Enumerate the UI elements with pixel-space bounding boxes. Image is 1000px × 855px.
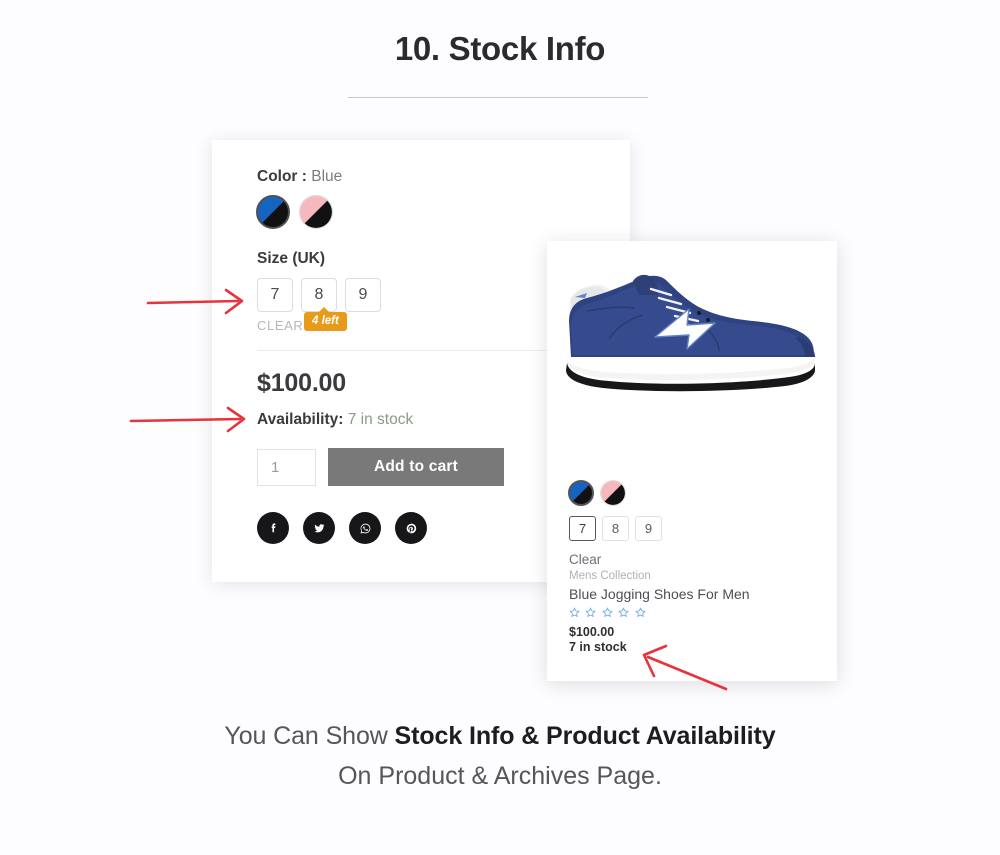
archive-size-option-8[interactable]: 8 — [602, 516, 629, 541]
stock-tooltip-badge: 4 left — [304, 307, 347, 331]
color-selected-value: Blue — [311, 168, 343, 185]
whatsapp-icon[interactable] — [349, 512, 381, 544]
star-icon — [569, 607, 580, 618]
archive-product-price: $100.00 — [569, 625, 615, 639]
star-icon — [585, 607, 597, 618]
archive-stock-status: 7 in stock — [569, 640, 627, 654]
page-title: 10. Stock Info — [394, 30, 606, 67]
title-divider — [348, 97, 648, 98]
availability-label: Availability: — [257, 411, 344, 428]
archive-size-swatch-group: 7 8 9 — [569, 516, 819, 541]
caption-line-1: You Can Show Stock Info & Product Availa… — [0, 722, 1000, 751]
pinterest-icon[interactable] — [395, 512, 427, 544]
color-label-text: Color — [257, 168, 298, 185]
add-to-cart-button[interactable]: Add to cart — [328, 448, 504, 486]
product-image[interactable] — [547, 245, 837, 461]
star-icon — [602, 607, 613, 618]
size-option-9[interactable]: 9 — [345, 278, 381, 312]
archive-size-option-7[interactable]: 7 — [569, 516, 596, 541]
archive-product-category[interactable]: Mens Collection — [569, 570, 819, 582]
color-attribute-label: Color : Blue — [257, 168, 630, 186]
twitter-icon[interactable] — [303, 512, 335, 544]
archive-color-swatch-group — [568, 480, 819, 506]
color-swatch-blue[interactable] — [256, 195, 290, 229]
color-swatch-pink[interactable] — [299, 195, 333, 229]
archive-product-card: 7 8 9 Clear Mens Collection Blue Jogging… — [547, 241, 837, 681]
quantity-input[interactable] — [257, 448, 316, 486]
star-icon — [635, 607, 646, 618]
caption-emphasis: Stock Info & Product Availability — [394, 722, 776, 750]
star-icon — [618, 607, 630, 618]
caption-line-2: On Product & Archives Page. — [338, 762, 662, 790]
caption-prefix: You Can Show — [224, 722, 395, 750]
color-label-separator: : — [301, 168, 307, 185]
archive-color-swatch-blue[interactable] — [568, 480, 594, 506]
archive-color-swatch-pink[interactable] — [600, 480, 626, 506]
color-swatch-group — [256, 195, 630, 229]
archive-size-option-9[interactable]: 9 — [635, 516, 662, 541]
size-option-7[interactable]: 7 — [257, 278, 293, 312]
archive-rating-stars[interactable] — [569, 606, 819, 622]
archive-clear-link[interactable]: Clear — [569, 552, 819, 567]
screenshot-stage: 10. Stock Info Color : Blue Size (UK) 7 … — [0, 0, 1000, 850]
availability-value: 7 in stock — [347, 411, 414, 428]
archive-card-body: 7 8 9 Clear Mens Collection Blue Jogging… — [568, 480, 819, 654]
facebook-icon[interactable] — [257, 512, 289, 544]
archive-product-title[interactable]: Blue Jogging Shoes For Men — [569, 586, 819, 602]
